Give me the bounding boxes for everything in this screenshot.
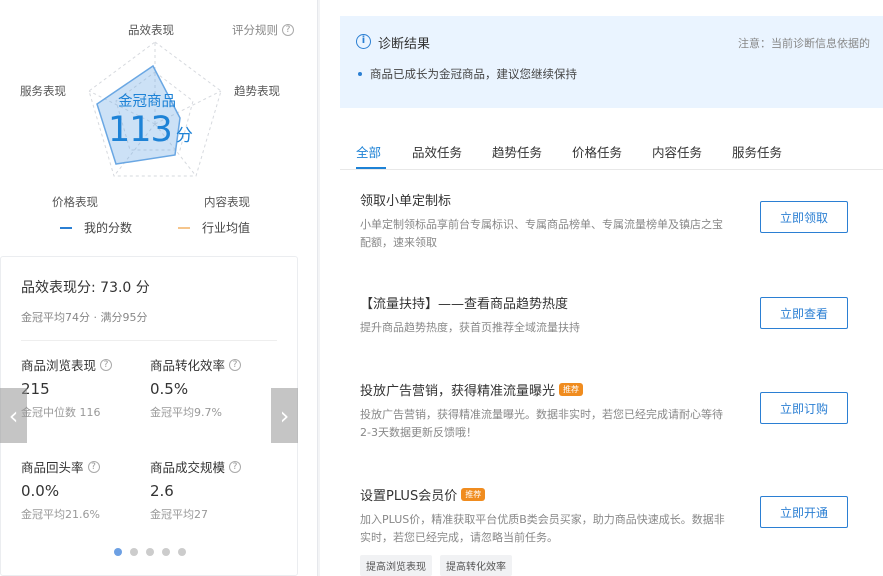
- task-item: 【流量扶持】——查看商品趋势热度 提升商品趋势热度，获首页推荐全域流量扶持 立即…: [360, 293, 860, 337]
- task-desc: 投放广告营销，获得精准流量曝光。数据非实时，若您已经完成请耐心等待2-3天数据更…: [360, 408, 723, 439]
- metric-sub: 金冠平均27: [150, 508, 208, 521]
- help-icon[interactable]: ?: [282, 24, 294, 36]
- carousel-dot[interactable]: [130, 548, 138, 556]
- diagnosis-title: 诊断结果: [378, 37, 431, 52]
- carousel-next-button[interactable]: ›: [271, 388, 298, 443]
- activate-button[interactable]: 立即开通: [760, 496, 848, 528]
- metric-sub: 金冠平均9.7%: [150, 406, 222, 419]
- task-panel: i 诊断结果 注意：当前诊断信息依据的 商品已成长为金冠商品，建议您继续保持 全…: [320, 0, 883, 576]
- tab-content[interactable]: 内容任务: [652, 142, 702, 161]
- task-tabs: 全部 品效任务 趋势任务 价格任务 内容任务 服务任务: [340, 130, 883, 170]
- diagnosis-box: i 诊断结果 注意：当前诊断信息依据的 商品已成长为金冠商品，建议您继续保持: [340, 16, 883, 108]
- axis-label-trend: 趋势表现: [234, 84, 280, 98]
- total-score: 113 分: [108, 110, 193, 150]
- diagnosis-item-text: 商品已成长为金冠商品，建议您继续保持: [370, 67, 577, 81]
- claim-button[interactable]: 立即领取: [760, 201, 848, 233]
- help-icon[interactable]: ?: [100, 358, 113, 371]
- bullet-icon: [358, 72, 362, 76]
- task-item: 设置PLUS会员价 推荐 加入PLUS价，精准获取平台优质B类会员买家，助力商品…: [360, 485, 860, 576]
- task-tag: 提高转化效率: [440, 555, 512, 576]
- radar-chart: 品效表现 趋势表现 内容表现 价格表现 服务表现 评分规则 ? 金冠商品 113…: [0, 0, 318, 250]
- task-title: 【流量扶持】——查看商品趋势热度: [360, 297, 569, 312]
- recommend-badge: 推荐: [559, 383, 584, 396]
- task-desc: 提升商品趋势热度，获首页推荐全域流量扶持: [360, 321, 580, 334]
- legend-industry-avg-label: 行业均值: [202, 221, 251, 235]
- total-score-value: 113: [108, 110, 173, 150]
- axis-label-service: 服务表现: [20, 84, 66, 98]
- carousel-prev-button[interactable]: ‹: [0, 388, 27, 443]
- metric-value: 2.6: [150, 482, 174, 500]
- diagnosis-note: 注意：当前诊断信息依据的: [738, 37, 870, 50]
- metric-sub: 金冠中位数 116: [21, 406, 101, 419]
- order-button[interactable]: 立即订购: [760, 392, 848, 424]
- perf-card-title: 品效表现分: 73.0 分: [21, 280, 150, 296]
- score-panel: 品效表现 趋势表现 内容表现 价格表现 服务表现 评分规则 ? 金冠商品 113…: [0, 0, 318, 576]
- metric-value: 0.0%: [21, 482, 60, 500]
- metric-browse: 商品浏览表现? 215 金冠中位数 116: [21, 355, 139, 420]
- task-item: 投放广告营销，获得精准流量曝光 推荐 投放广告营销，获得精准流量曝光。数据非实时…: [360, 380, 860, 442]
- metric-value: 215: [21, 380, 50, 398]
- task-desc: 加入PLUS价，精准获取平台优质B类会员买家，助力商品快速成长。数据非实时，若您…: [360, 513, 725, 544]
- carousel-dot[interactable]: [178, 548, 186, 556]
- active-tab-indicator: [356, 167, 386, 169]
- axis-label-price: 价格表现: [52, 195, 98, 209]
- metric-conversion: 商品转化效率? 0.5% 金冠平均9.7%: [150, 355, 268, 420]
- score-rule-label: 评分规则: [232, 23, 278, 37]
- tab-price[interactable]: 价格任务: [572, 142, 622, 161]
- info-icon: i: [356, 34, 371, 49]
- task-desc: 小单定制领标品享前台专属标识、专属商品榜单、专属流量榜单及镇店之宝配额，速来领取: [360, 218, 723, 249]
- view-button[interactable]: 立即查看: [760, 297, 848, 329]
- task-title: 投放广告营销，获得精准流量曝光: [360, 384, 556, 399]
- legend-my-score-label: 我的分数: [84, 221, 133, 235]
- carousel-dots: [114, 548, 186, 556]
- metric-name: 商品转化效率: [150, 358, 226, 373]
- radar-legend: 我的分数 行业均值: [60, 219, 250, 236]
- help-icon[interactable]: ?: [229, 358, 242, 371]
- task-title: 设置PLUS会员价: [360, 489, 458, 504]
- help-icon[interactable]: ?: [87, 460, 100, 473]
- crown-product-label: 金冠商品: [118, 94, 176, 110]
- metric-gmv: 商品成交规模? 2.6 金冠平均27: [150, 457, 268, 522]
- total-score-unit: 分: [175, 126, 193, 146]
- metric-name: 商品浏览表现: [21, 358, 97, 373]
- recommend-badge: 推荐: [461, 488, 486, 501]
- metric-return: 商品回头率? 0.0% 金冠平均21.6%: [21, 457, 139, 522]
- carousel-dot[interactable]: [114, 548, 122, 556]
- metric-name: 商品回头率: [21, 460, 84, 475]
- legend-swatch-orange: [178, 226, 191, 229]
- tab-service[interactable]: 服务任务: [732, 142, 782, 161]
- legend-my-score: 我的分数: [60, 219, 132, 236]
- task-tag: 提高浏览表现: [360, 555, 432, 576]
- metric-sub: 金冠平均21.6%: [21, 508, 100, 521]
- perf-score-card: 品效表现分: 73.0 分 金冠平均74分 · 满分95分 商品浏览表现? 21…: [0, 256, 298, 576]
- axis-label-content: 内容表现: [204, 195, 250, 209]
- score-rule-link[interactable]: 评分规则 ?: [232, 22, 294, 38]
- legend-swatch-blue: [60, 226, 72, 229]
- perf-card-subtitle: 金冠平均74分 · 满分95分: [21, 311, 148, 324]
- tab-trend[interactable]: 趋势任务: [492, 142, 542, 161]
- task-title: 领取小单定制标: [360, 194, 452, 209]
- diagnosis-item: 商品已成长为金冠商品，建议您继续保持: [358, 66, 577, 82]
- carousel-dot[interactable]: [162, 548, 170, 556]
- legend-industry-avg: 行业均值: [178, 219, 250, 236]
- axis-label-pinxiao: 品效表现: [128, 23, 174, 37]
- tab-pinxiao[interactable]: 品效任务: [412, 142, 462, 161]
- task-tags: 提高浏览表现 提高转化效率: [360, 555, 860, 576]
- divider: [21, 340, 277, 341]
- carousel-dot[interactable]: [146, 548, 154, 556]
- metric-name: 商品成交规模: [150, 460, 226, 475]
- metric-value: 0.5%: [150, 380, 189, 398]
- task-item: 领取小单定制标 小单定制领标品享前台专属标识、专属商品榜单、专属流量榜单及镇店之…: [360, 190, 860, 252]
- tab-all[interactable]: 全部: [356, 142, 381, 161]
- help-icon[interactable]: ?: [229, 460, 242, 473]
